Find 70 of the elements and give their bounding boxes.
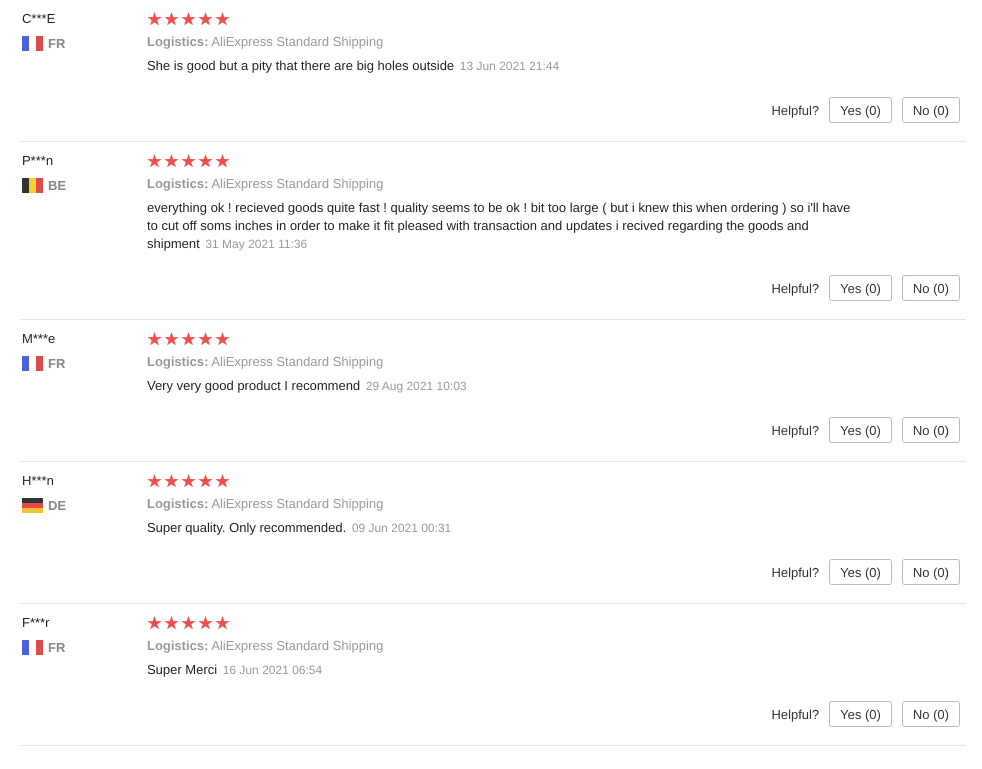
no-button[interactable]: No (0) — [902, 701, 960, 727]
yes-button[interactable]: Yes (0) — [829, 559, 892, 585]
no-button[interactable]: No (0) — [902, 559, 960, 585]
flag-icon — [22, 36, 43, 51]
shipping-method: AliExpress Standard Shipping — [211, 496, 384, 511]
star-icon — [164, 12, 179, 26]
yes-button[interactable]: Yes (0) — [829, 701, 892, 727]
no-button[interactable]: No (0) — [902, 275, 960, 301]
star-icon — [215, 474, 230, 488]
star-icon — [198, 154, 213, 168]
helpful-label: Helpful? — [771, 564, 820, 580]
country-code: FR — [48, 640, 66, 655]
shipping-method: AliExpress Standard Shipping — [211, 34, 384, 49]
country-code: BE — [48, 178, 66, 193]
logistics-label: Logistics: — [147, 176, 208, 191]
review-text: Super quality. Only recommended. 09 Jun 2021 00:31 — [147, 519, 452, 537]
yes-button[interactable]: Yes (0) — [829, 97, 892, 123]
star-icon — [147, 332, 162, 346]
star-icon — [198, 332, 213, 346]
star-icon — [181, 332, 196, 346]
review-text: Super Merci 16 Jun 2021 06:54 — [147, 661, 324, 679]
star-icon — [181, 154, 196, 168]
shipping-method: AliExpress Standard Shipping — [211, 354, 384, 369]
flag-icon — [22, 498, 43, 513]
country-code: FR — [48, 36, 66, 51]
helpful-label: Helpful? — [771, 280, 820, 296]
star-icon — [215, 154, 230, 168]
star-icon — [147, 12, 162, 26]
star-icon — [181, 616, 196, 630]
flag-icon — [22, 356, 43, 371]
review-text: She is good but a pity that there are big holes outside 13 Jun 2021 21:44 — [147, 57, 560, 75]
review-text: everything ok ! recieved goods quite fast ! quality seems to be ok ! bit too large ( but i knew this when ordering ) so i'll have to cut off soms inches in order to make it fit pleased with transaction and updates i recived regarding the goods and shipment 31 May 2021 11:36 — [147, 199, 852, 253]
star-icon — [198, 12, 213, 26]
user-name: F***r — [22, 614, 50, 632]
user-name: C***E — [22, 10, 56, 28]
no-button[interactable]: No (0) — [902, 417, 960, 443]
shipping-method: AliExpress Standard Shipping — [211, 176, 384, 191]
country-code: DE — [48, 498, 66, 513]
yes-button[interactable]: Yes (0) — [829, 275, 892, 301]
star-icon — [215, 616, 230, 630]
no-button[interactable]: No (0) — [902, 97, 960, 123]
shipping-method: AliExpress Standard Shipping — [211, 638, 384, 653]
yes-button[interactable]: Yes (0) — [829, 417, 892, 443]
flag-icon — [22, 640, 43, 655]
user-name: M***e — [22, 330, 56, 348]
star-icon — [147, 154, 162, 168]
star-icon — [147, 616, 162, 630]
logistics-label: Logistics: — [147, 34, 208, 49]
flag-icon — [22, 178, 43, 193]
star-icon — [164, 474, 179, 488]
star-icon — [215, 12, 230, 26]
helpful-label: Helpful? — [771, 422, 820, 438]
helpful-label: Helpful? — [771, 102, 820, 118]
logistics-label: Logistics: — [147, 496, 208, 511]
star-icon — [164, 154, 179, 168]
review-text: Very very good product I recommend 29 Aug 2021 10:03 — [147, 377, 468, 395]
logistics-label: Logistics: — [147, 354, 208, 369]
logistics-label: Logistics: — [147, 638, 208, 653]
star-icon — [147, 474, 162, 488]
star-icon — [198, 616, 213, 630]
star-icon — [164, 616, 179, 630]
star-icon — [215, 332, 230, 346]
star-icon — [198, 474, 213, 488]
star-icon — [181, 12, 196, 26]
star-icon — [164, 332, 179, 346]
helpful-label: Helpful? — [771, 706, 820, 722]
star-icon — [181, 474, 196, 488]
user-name: H***n — [22, 472, 55, 490]
user-name: P***n — [22, 152, 54, 170]
country-code: FR — [48, 356, 66, 371]
